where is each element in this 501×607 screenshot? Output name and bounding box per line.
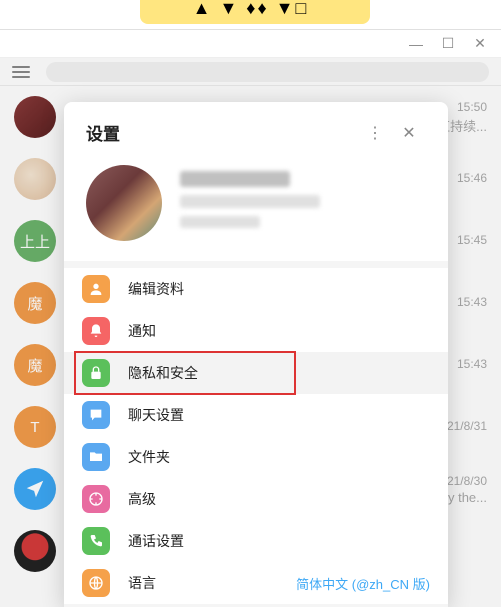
phone-icon (82, 527, 110, 555)
globe-icon (82, 569, 110, 597)
folder-icon (82, 443, 110, 471)
menu-label: 高级 (128, 489, 430, 509)
profile-info (180, 171, 426, 236)
menu-item-sliders[interactable]: 高级 (64, 478, 448, 520)
profile-name-blurred (180, 171, 290, 187)
lock-icon (82, 359, 110, 387)
sliders-icon (82, 485, 110, 513)
tab-title: ▲ ▼ ♦♦ ▼□ (193, 0, 309, 19)
menu-label: 通话设置 (128, 531, 430, 551)
bell-icon (82, 317, 110, 345)
more-icon[interactable]: ⋮ (358, 123, 392, 143)
window-controls: — ☐ ✕ (0, 30, 501, 58)
menu-item-person[interactable]: 编辑资料 (64, 268, 448, 310)
menu-item-bell[interactable]: 通知 (64, 310, 448, 352)
close-icon[interactable]: ✕ (392, 123, 426, 143)
divider (64, 261, 448, 268)
menu-item-folder[interactable]: 文件夹 (64, 436, 448, 478)
panel-title: 设置 (86, 120, 358, 145)
menu-label: 语言 (128, 573, 296, 593)
settings-panel: 设置 ⋮ ✕ 编辑资料 通知 隐私和安全 聊天设置 文 (64, 102, 448, 607)
chat-icon (82, 401, 110, 429)
menu-label: 聊天设置 (128, 405, 430, 425)
browser-tab-bar: ▲ ▼ ♦♦ ▼□ (0, 0, 501, 30)
profile-phone-blurred (180, 195, 320, 208)
menu-label: 编辑资料 (128, 279, 430, 299)
panel-header: 设置 ⋮ ✕ (64, 102, 448, 157)
menu-item-chat[interactable]: 聊天设置 (64, 394, 448, 436)
menu-item-globe[interactable]: 语言 简体中文 (@zh_CN 版) (64, 562, 448, 604)
person-icon (82, 275, 110, 303)
menu-label: 文件夹 (128, 447, 430, 467)
menu-label: 隐私和安全 (128, 363, 430, 383)
menu-label: 通知 (128, 321, 430, 341)
maximize-button[interactable]: ☐ (441, 35, 455, 52)
menu-item-lock[interactable]: 隐私和安全 (64, 352, 448, 394)
settings-menu-list: 编辑资料 通知 隐私和安全 聊天设置 文件夹 高级 通话设置 语言 简体中文 (… (64, 268, 448, 607)
profile-username-blurred (180, 216, 260, 228)
profile-block[interactable] (64, 157, 448, 261)
menu-item-phone[interactable]: 通话设置 (64, 520, 448, 562)
close-window-button[interactable]: ✕ (473, 35, 487, 52)
main-area: 15:50 直持续... 15:46 上上 15:45 魔 15:43 魔 15… (0, 58, 501, 607)
menu-value: 简体中文 (@zh_CN 版) (296, 574, 430, 593)
minimize-button[interactable]: — (409, 36, 423, 52)
profile-avatar (86, 165, 162, 241)
